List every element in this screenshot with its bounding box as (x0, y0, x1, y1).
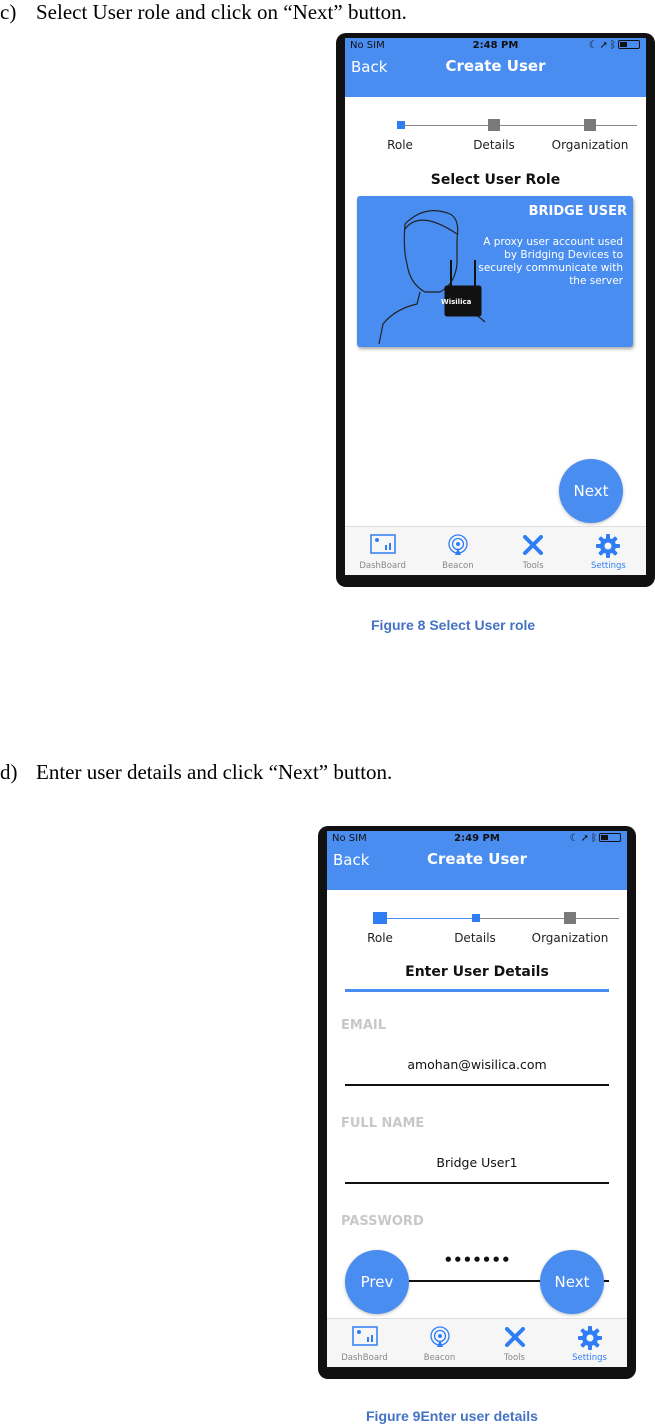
step-label-role: Role (367, 931, 393, 945)
status-icons: ☾➚ᛒ (570, 833, 621, 844)
device-label: Wisilica (441, 298, 472, 306)
title-underline (345, 989, 609, 992)
moon-icon: ☾ (588, 40, 600, 51)
moon-icon: ☾ (569, 833, 581, 844)
step-node-details (472, 914, 480, 922)
stepper-line (405, 125, 637, 126)
bridge-user-role-card[interactable]: Wisilica BRIDGE USER A proxy user accoun… (357, 196, 633, 347)
tab-label-beacon: Beacon (423, 1353, 456, 1363)
step-c-text: Select User role and click on “Next” but… (36, 0, 407, 24)
status-bar: No SIM 2:49 PM ☾➚ᛒ (327, 833, 627, 847)
tab-beacon[interactable]: Beacon (420, 527, 495, 575)
gear-icon (577, 1326, 602, 1350)
card-description: A proxy user account used by Bridging De… (478, 236, 623, 287)
figure9-caption: Figure 9Enter user details (366, 1408, 538, 1424)
battery-icon (599, 833, 621, 842)
nav-header: No SIM 2:49 PM ☾➚ᛒ Back Create User (327, 831, 627, 890)
page-title: Create User (427, 850, 527, 868)
card-title: BRIDGE USER (528, 204, 627, 219)
status-bar: No SIM 2:48 PM ☾➚ᛒ (345, 40, 646, 54)
stepper: Role Details Organization (345, 119, 646, 159)
tab-bar: DashBoard Beacon Tools Settings (345, 526, 646, 575)
email-field[interactable] (345, 1057, 609, 1072)
tab-label-settings: Settings (590, 561, 626, 571)
email-underline (345, 1084, 609, 1086)
location-icon: ➚ (580, 833, 591, 844)
step-label-role: Role (387, 138, 413, 152)
next-button[interactable]: Next (559, 459, 623, 523)
step-c-marker: c) (0, 0, 17, 24)
tab-dashboard[interactable]: DashBoard (345, 527, 420, 575)
tab-label-beacon: Beacon (442, 561, 474, 571)
dashboard-icon (369, 534, 396, 554)
phone-screen-figure9: No SIM 2:49 PM ☾➚ᛒ Back Create User Role… (327, 831, 627, 1367)
tab-tools[interactable]: Tools (477, 1319, 552, 1367)
bluetooth-icon: ᛒ (610, 40, 618, 51)
stepper-line-completed (387, 918, 477, 919)
tab-settings[interactable]: Settings (552, 1319, 627, 1367)
figure8-caption: Figure 8 Select User role (371, 617, 536, 633)
step-node-role (373, 912, 387, 924)
tab-label-settings: Settings (572, 1353, 607, 1363)
page-title: Create User (445, 57, 546, 75)
tab-tools[interactable]: Tools (496, 527, 571, 575)
step-d-text: Enter user details and click “Next” butt… (36, 760, 393, 784)
bluetooth-icon: ᛒ (591, 833, 599, 844)
gear-icon (596, 534, 621, 558)
tab-dashboard[interactable]: DashBoard (327, 1319, 402, 1367)
phone-frame-figure8: No SIM 2:48 PM ☾➚ᛒ Back Create User Role… (336, 33, 655, 587)
stepper-line (477, 918, 619, 919)
fullname-field[interactable] (345, 1155, 609, 1170)
step-d-instruction: d) Enter user details and click “Next” bu… (0, 760, 392, 785)
status-icons: ☾➚ᛒ (589, 40, 640, 51)
tab-label-dashboard: DashBoard (359, 561, 406, 571)
tools-icon (504, 1327, 525, 1347)
step-node-role (397, 121, 405, 129)
dashboard-icon (351, 1326, 378, 1346)
nav-header: No SIM 2:48 PM ☾➚ᛒ Back Create User (345, 38, 646, 97)
step-node-details (488, 119, 500, 131)
step-d-marker: d) (0, 760, 18, 784)
fullname-underline (345, 1182, 609, 1184)
tools-icon (523, 535, 544, 555)
battery-icon (618, 40, 640, 49)
next-button[interactable]: Next (540, 1250, 604, 1314)
beacon-icon (429, 1326, 450, 1347)
stepper: Role Details Organization (327, 912, 627, 952)
step-node-organization (584, 119, 596, 131)
step-label-organization: Organization (551, 138, 629, 152)
phone-frame-figure9: No SIM 2:49 PM ☾➚ᛒ Back Create User Role… (318, 826, 636, 1379)
step-label-organization: Organization (531, 931, 609, 945)
step-c-instruction: c) Select User role and click on “Next” b… (0, 0, 407, 25)
step-node-organization (564, 912, 576, 924)
beacon-icon (448, 534, 468, 555)
tab-label-tools: Tools (504, 1353, 525, 1363)
fullname-label: FULL NAME (341, 1116, 425, 1131)
tab-label-tools: Tools (522, 561, 544, 571)
prev-button[interactable]: Prev (345, 1250, 409, 1314)
section-title: Enter User Details (405, 964, 549, 980)
step-label-details: Details (473, 138, 515, 152)
email-label: EMAIL (341, 1018, 386, 1033)
phone-screen-figure8: No SIM 2:48 PM ☾➚ᛒ Back Create User Role… (345, 38, 646, 575)
section-title: Select User Role (430, 172, 561, 188)
tab-settings[interactable]: Settings (571, 527, 646, 575)
step-label-details: Details (454, 931, 496, 945)
location-icon: ➚ (599, 40, 610, 51)
tab-beacon[interactable]: Beacon (402, 1319, 477, 1367)
password-label: PASSWORD (341, 1214, 424, 1229)
tab-bar: DashBoard Beacon Tools Settings (327, 1318, 627, 1367)
tab-label-dashboard: DashBoard (341, 1353, 388, 1363)
